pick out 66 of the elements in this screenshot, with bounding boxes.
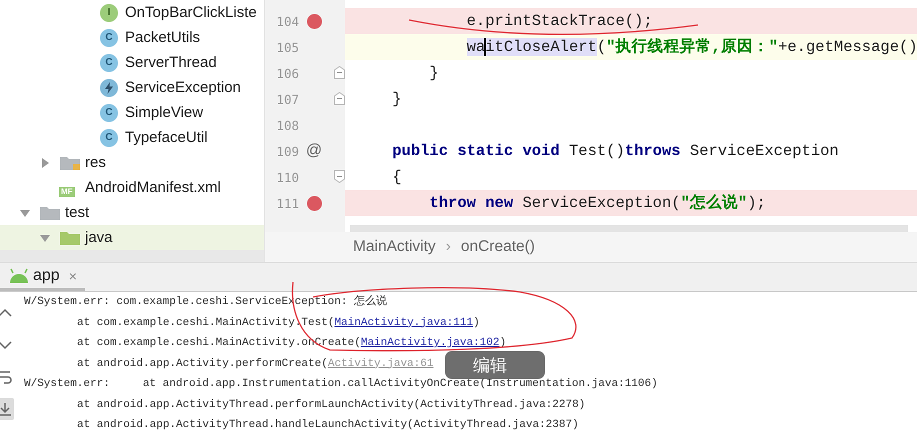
keyword-text: throws <box>624 142 681 160</box>
run-tab[interactable]: app × <box>0 263 85 291</box>
fold-icon[interactable] <box>334 170 345 183</box>
folder-icon <box>59 230 81 246</box>
highlighted-identifier: itCloseAlert <box>485 38 597 56</box>
fold-icon[interactable] <box>334 92 345 105</box>
tree-item[interactable]: MF AndroidManifest.xml <box>0 175 264 200</box>
scroll-to-end-icon <box>0 402 12 416</box>
string-literal: "怎么说" <box>680 194 748 212</box>
code-text: { <box>392 168 402 186</box>
class-icon: C <box>100 28 118 46</box>
class-icon: C <box>100 104 118 122</box>
tree-item[interactable]: test <box>0 200 264 225</box>
code-text: ( <box>596 38 606 56</box>
breadcrumb-separator: › <box>446 238 451 256</box>
override-icon[interactable]: @ <box>306 142 322 160</box>
code-text: e.printStackTrace(); <box>466 12 653 30</box>
line-number: 108 <box>275 118 299 132</box>
expand-arrow-icon[interactable] <box>39 156 51 168</box>
log-line: at android.app.ActivityThread.performLaunchActivity(ActivityThread.java:2278) <box>76 398 586 412</box>
folder-icon <box>39 204 61 220</box>
code-text: ServiceException <box>690 142 839 160</box>
line-number: 110 <box>275 170 299 184</box>
line-number: 106 <box>275 66 299 80</box>
line-number: 104 <box>275 14 299 28</box>
breakpoint-icon[interactable] <box>306 196 322 210</box>
log-line: at android.app.ActivityThread.handleLaunchActivity(ActivityThread.java:2387) <box>76 418 579 433</box>
class-icon: C <box>100 128 118 146</box>
highlighted-identifier: wa <box>466 38 486 56</box>
breadcrumb-item[interactable]: MainActivity <box>353 238 436 256</box>
tree-item[interactable]: C PacketUtils <box>0 25 264 50</box>
tree-item[interactable]: I OnTopBarClickListe <box>0 0 264 25</box>
tree-item[interactable]: java <box>0 225 264 250</box>
breakpoint-icon[interactable] <box>306 14 322 28</box>
fold-icon[interactable] <box>334 66 345 79</box>
tree-item[interactable]: C SimpleView <box>0 100 264 125</box>
breadcrumb-item[interactable]: onCreate() <box>460 238 535 256</box>
line-number: 109 <box>275 144 299 158</box>
string-literal: "执行线程异常,原因：" <box>606 38 778 56</box>
android-icon <box>8 268 30 284</box>
source-link[interactable]: MainActivity.java:102 <box>360 337 500 349</box>
code-text: +e.getMessage() <box>778 38 917 56</box>
line-number: 105 <box>275 40 299 54</box>
code-text: ServiceException( <box>522 194 681 212</box>
keyword-text: throw new <box>429 194 514 212</box>
code-text: } <box>392 90 402 108</box>
interface-icon: I <box>100 4 118 22</box>
log-line: W/System.err: at android.app.Instrumentation.callActivityOnCreate(Instrumentation.java:1106) <box>24 377 658 392</box>
lightning-icon <box>100 78 118 96</box>
source-link[interactable]: MainActivity.java:111 <box>334 316 474 328</box>
line-number: 111 <box>275 196 299 210</box>
keyword-text: public static void <box>392 142 560 160</box>
tree-item[interactable]: C TypefaceUtil <box>0 125 264 150</box>
folder-icon <box>59 154 81 170</box>
class-icon: C <box>100 54 118 72</box>
scroll-to-end-button[interactable] <box>0 398 14 420</box>
tree-item[interactable]: ServiceException <box>0 75 264 100</box>
wrap-icon <box>0 370 12 384</box>
edit-button[interactable]: 编辑 <box>445 351 545 379</box>
code-text: Test() <box>568 142 625 160</box>
log-line: at android.app.Activity.performCreate(Activity.java:61 <box>76 356 434 372</box>
code-text: ); <box>747 194 766 212</box>
tree-item[interactable]: res <box>0 150 264 175</box>
line-number: 107 <box>275 92 299 106</box>
code-text: } <box>429 64 439 82</box>
tree-item[interactable]: C ServerThread <box>0 50 264 75</box>
